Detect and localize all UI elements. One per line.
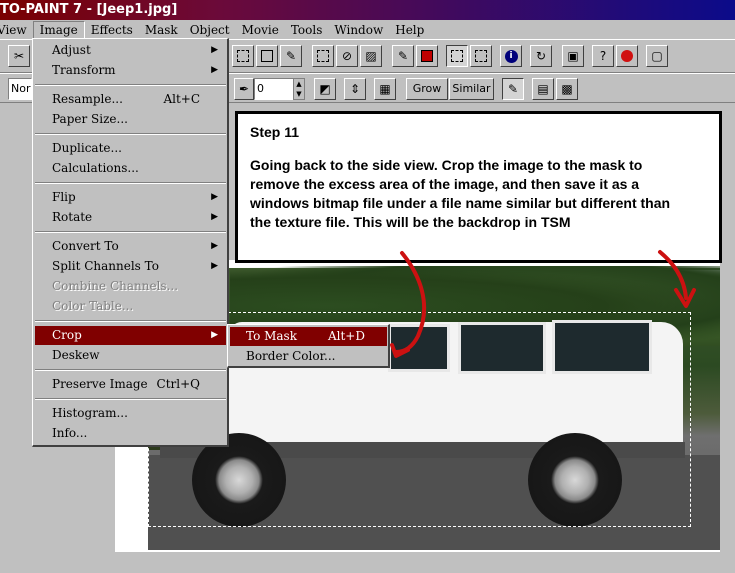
menu-item-duplicate[interactable]: Duplicate... <box>35 139 226 158</box>
crop-tool-icon[interactable] <box>256 45 278 67</box>
menu-bar: View Image Effects Mask Object Movie Too… <box>0 20 735 39</box>
menu-item-resample[interactable]: Resample... Alt+C <box>35 90 226 109</box>
menu-item-preserve-image[interactable]: Preserve Image Ctrl+Q <box>35 375 226 394</box>
menu-help[interactable]: Help <box>389 21 430 39</box>
window-title: TO-PAINT 7 - [Jeep1.jpg] <box>0 2 178 17</box>
menu-separator <box>35 231 226 233</box>
refresh-icon[interactable]: ↻ <box>530 45 552 67</box>
menu-item-split-channels[interactable]: Split Channels To ▶ <box>35 257 226 276</box>
image-menu: Adjust ▶ Transform ▶ Resample... Alt+C Pape… <box>32 38 229 447</box>
edit-mask-icon[interactable]: ✎ <box>502 78 524 100</box>
size-icon[interactable]: ⇕ <box>344 78 366 100</box>
mode-select[interactable]: Nor <box>8 78 32 100</box>
submenu-arrow-icon: ▶ <box>211 65 218 75</box>
menu-item-color-table: Color Table... <box>52 299 134 313</box>
gradient-icon[interactable]: ◩ <box>314 78 336 100</box>
window-icon[interactable]: ▢ <box>646 45 668 67</box>
menu-item-deskew[interactable]: Deskew <box>35 346 226 365</box>
submenu-arrow-icon: ▶ <box>211 45 218 55</box>
menu-item-flip[interactable]: Flip ▶ <box>35 188 226 207</box>
dither-icon[interactable]: ▦ <box>374 78 396 100</box>
menu-separator <box>35 84 226 86</box>
marquee-dots-icon[interactable] <box>470 45 492 67</box>
menu-view[interactable]: View <box>0 21 33 39</box>
menu-item-info[interactable]: Info... <box>35 424 226 443</box>
apple-icon[interactable] <box>616 45 638 67</box>
menu-window[interactable]: Window <box>328 21 389 39</box>
step-text: Going back to the side view. Crop the im… <box>250 157 671 230</box>
invert-mask-icon[interactable]: ▨ <box>360 45 382 67</box>
menu-item-transform[interactable]: Transform ▶ <box>35 61 226 80</box>
submenu-item-border-color[interactable]: Border Color... <box>230 347 387 366</box>
no-mask-icon[interactable]: ⊘ <box>336 45 358 67</box>
menu-separator <box>35 369 226 371</box>
menu-item-adjust[interactable]: Adjust ▶ <box>35 41 226 60</box>
menu-item-convert-to[interactable]: Convert To ▶ <box>35 237 226 256</box>
menu-image[interactable]: Image <box>32 20 85 39</box>
marquee-icon[interactable] <box>446 45 468 67</box>
title-bar: TO-PAINT 7 - [Jeep1.jpg] <box>0 0 735 20</box>
opacity-input[interactable]: 0 <box>254 78 294 100</box>
submenu-arrow-icon: ▶ <box>211 241 218 251</box>
submenu-arrow-icon: ▶ <box>211 192 218 202</box>
menu-object[interactable]: Object <box>184 21 236 39</box>
menu-tools[interactable]: Tools <box>285 21 329 39</box>
submenu-item-to-mask[interactable]: To Mask Alt+D <box>230 327 387 346</box>
menu-item-calculations[interactable]: Calculations... <box>35 159 226 178</box>
edit-icon[interactable]: ✎ <box>280 45 302 67</box>
grow-button[interactable]: Grow <box>406 78 448 100</box>
info-icon[interactable]: i <box>500 45 522 67</box>
submenu-arrow-icon: ▶ <box>211 212 218 222</box>
menu-item-combine-channels: Combine Channels... <box>52 279 179 293</box>
similar-button[interactable]: Similar <box>449 78 494 100</box>
film-icon[interactable]: ▤ <box>532 78 554 100</box>
step-instruction-box: Step 11 Going back to the side view. Cro… <box>235 111 722 263</box>
rect-mask-icon[interactable] <box>312 45 334 67</box>
opacity-spinner[interactable]: ▲ ▼ <box>293 78 305 100</box>
step-title: Step 11 <box>250 124 300 140</box>
brush-icon: ✒ <box>234 78 254 100</box>
draw-icon[interactable]: ✎ <box>392 45 414 67</box>
menu-item-crop[interactable]: Crop ▶ <box>35 326 226 345</box>
menu-item-histogram[interactable]: Histogram... <box>35 404 226 423</box>
help-cursor-icon[interactable]: ? <box>592 45 614 67</box>
menu-separator <box>35 320 226 322</box>
menu-separator <box>35 182 226 184</box>
menu-item-paper-size[interactable]: Paper Size... <box>35 110 226 129</box>
record-icon[interactable] <box>416 45 438 67</box>
menu-effects[interactable]: Effects <box>85 21 139 39</box>
screen-icon[interactable]: ▣ <box>562 45 584 67</box>
menu-separator <box>35 133 226 135</box>
menu-mask[interactable]: Mask <box>139 21 184 39</box>
palette-icon[interactable]: ▩ <box>556 78 578 100</box>
select-icon[interactable] <box>232 45 254 67</box>
submenu-arrow-icon: ▶ <box>211 330 218 340</box>
menu-item-rotate[interactable]: Rotate ▶ <box>35 208 226 227</box>
cut-icon[interactable]: ✂ <box>8 45 30 67</box>
menu-movie[interactable]: Movie <box>236 21 285 39</box>
crop-submenu: To Mask Alt+D Border Color... <box>227 324 390 368</box>
menu-separator <box>35 398 226 400</box>
submenu-arrow-icon: ▶ <box>211 261 218 271</box>
